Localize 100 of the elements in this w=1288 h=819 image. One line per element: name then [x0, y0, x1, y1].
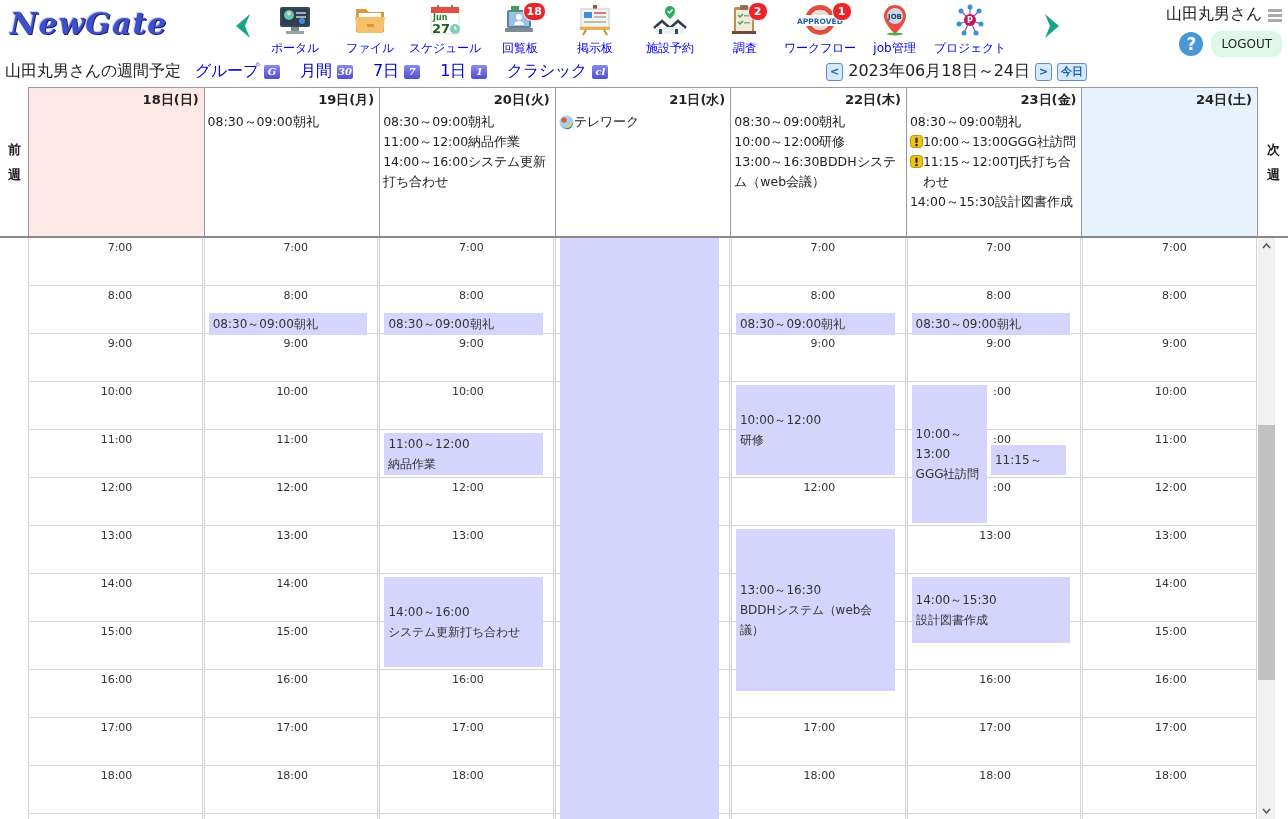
day-label: 18日(日): [141, 91, 200, 109]
houses-pin-icon: [652, 4, 687, 36]
day-label: 24日(土): [1195, 91, 1254, 109]
app-logo[interactable]: NewGate: [10, 6, 168, 41]
calendar-icon: Jun 27: [427, 4, 462, 36]
time-label: 8:00: [986, 289, 1011, 302]
time-label: 13:00: [452, 529, 484, 542]
nav-label[interactable]: 掲示板: [576, 40, 613, 57]
time-label: 13:00: [100, 529, 133, 542]
nav-item[interactable]: 掲示板: [557, 0, 632, 56]
time-label: 17:00: [803, 721, 836, 734]
schedule-item[interactable]: 08:30～09:00朝礼: [207, 112, 377, 132]
left-arrow-icon[interactable]: [235, 14, 251, 38]
nav-label[interactable]: job管理: [873, 40, 916, 57]
page-title: 山田丸男さんの週間予定: [5, 61, 181, 82]
event-block[interactable]: 14:00～15:30 設計図書作成: [911, 577, 1071, 643]
nav-label[interactable]: ポータル: [270, 40, 319, 57]
nav-label[interactable]: 調査: [732, 40, 757, 57]
schedule-item[interactable]: テレワーク: [573, 112, 639, 132]
time-label: 7:00: [107, 241, 133, 254]
schedule-item[interactable]: 08:30～09:00朝礼: [734, 112, 903, 132]
schedule-item[interactable]: 10:00～12:00研修: [734, 132, 903, 152]
date-range: 2023年06月18日～24日: [848, 61, 1030, 82]
time-label: 18:00: [452, 769, 484, 782]
time-label: 10:00: [276, 385, 309, 398]
nav-item[interactable]: Jun 27 スケジュール: [407, 0, 482, 56]
time-label: 9:00: [810, 337, 836, 350]
event-block[interactable]: 08:30～09:00朝礼: [735, 313, 895, 335]
nav-label[interactable]: 回覧板: [501, 40, 538, 57]
previous-button[interactable]: <: [826, 62, 844, 81]
schedule-item[interactable]: 11:15～12:00TJ氏打ち合わせ: [922, 152, 1079, 192]
time-label: 7:00: [986, 241, 1011, 254]
user-name: 山田丸男さん: [1166, 4, 1262, 25]
warning-icon: [909, 135, 923, 148]
event-block[interactable]: 10:00～13:00 GGG社訪問: [911, 385, 987, 523]
time-label: 17:00: [979, 721, 1011, 734]
time-label: 14:00: [100, 577, 133, 590]
nav-label[interactable]: スケジュール: [408, 40, 481, 57]
nav-item[interactable]: ポータル: [257, 0, 332, 56]
nav-label[interactable]: 施設予約: [645, 40, 694, 57]
nav-item[interactable]: P プロジェクト: [932, 0, 1007, 56]
time-label: 10:00: [452, 385, 484, 398]
event-block[interactable]: 11:00～12:00 納品作業: [384, 433, 544, 475]
nav-label[interactable]: プロジェクト: [933, 40, 1006, 57]
previous-week-link[interactable]: 前週: [7, 136, 21, 187]
scroll-down-icon[interactable]: [1262, 808, 1272, 814]
nav-item[interactable]: 2 調査: [707, 0, 782, 56]
scrollbar-thumb[interactable]: [1258, 425, 1276, 680]
time-label: 14:00: [276, 577, 309, 590]
nav-item[interactable]: ファイル: [332, 0, 407, 56]
scroll-up-icon[interactable]: [1262, 243, 1272, 249]
view-link[interactable]: 7日 7: [373, 61, 421, 82]
today-button[interactable]: 今日: [1057, 62, 1088, 81]
menu-icon[interactable]: [1268, 7, 1282, 22]
nav-label[interactable]: ファイル: [345, 40, 394, 57]
event-block[interactable]: 11:15～: [990, 445, 1067, 475]
time-label: 18:00: [100, 769, 133, 782]
schedule-item[interactable]: 08:30～09:00朝礼: [383, 112, 552, 132]
calendar-badge-icon: cl: [592, 64, 609, 79]
time-label: 18:00: [979, 769, 1011, 782]
next-button[interactable]: >: [1035, 62, 1053, 81]
time-label: 17:00: [452, 721, 484, 734]
schedule-item[interactable]: 10:00～13:00GGG社訪問: [922, 132, 1076, 152]
schedule-item[interactable]: 14:00～16:00システム更新打ち合わせ: [383, 152, 552, 192]
schedule-item[interactable]: 13:00～16:30BDDHシステム（web会議）: [734, 152, 903, 192]
time-label: 8:00: [459, 289, 484, 302]
time-label: :00: [993, 385, 1011, 398]
time-label: 9:00: [107, 337, 133, 350]
time-label: 17:00: [1154, 721, 1187, 734]
view-link[interactable]: 1日 1: [440, 61, 488, 82]
schedule-item[interactable]: 11:00～12:00納品作業: [383, 132, 552, 152]
event-block[interactable]: 08:30～09:00朝礼: [911, 313, 1071, 335]
nav-item[interactable]: 18 回覧板: [482, 0, 557, 56]
next-week-link[interactable]: 次週: [1266, 136, 1280, 187]
time-label: 8:00: [107, 289, 133, 302]
time-label: 16:00: [276, 673, 309, 686]
right-arrow-icon[interactable]: [1044, 14, 1060, 38]
view-link[interactable]: 月間 30: [300, 61, 353, 82]
view-link[interactable]: クラシック cl: [507, 61, 609, 82]
schedule-item[interactable]: 08:30～09:00朝礼: [909, 112, 1079, 132]
view-link[interactable]: グループ G: [195, 61, 280, 82]
event-block[interactable]: 08:30～09:00朝礼: [208, 313, 368, 335]
day-label: 23日(金): [1019, 91, 1078, 109]
time-label: 7:00: [810, 241, 836, 254]
time-label: 15:00: [100, 625, 133, 638]
time-label: 7:00: [459, 241, 484, 254]
event-block[interactable]: 10:00～12:00 研修: [735, 385, 895, 475]
logout-button[interactable]: LOGOUT: [1211, 31, 1282, 57]
time-label: 11:00: [276, 433, 309, 446]
event-block[interactable]: 13:00～16:30 BDDHシステム（web会議）: [735, 529, 895, 691]
telework-icon: [558, 115, 574, 130]
nav-label[interactable]: ワークフロー: [783, 40, 856, 57]
event-block[interactable]: 08:30～09:00朝礼: [384, 313, 544, 335]
time-label: 12:00: [452, 481, 484, 494]
scrollbar[interactable]: [1258, 238, 1276, 819]
schedule-item[interactable]: 14:00～15:30設計図書作成: [909, 192, 1079, 212]
time-label: 18:00: [276, 769, 309, 782]
event-block[interactable]: 14:00～16:00 システム更新打ち合わせ: [384, 577, 544, 667]
time-label: 13:00: [1154, 529, 1187, 542]
nav-item[interactable]: 施設予約: [632, 0, 707, 56]
